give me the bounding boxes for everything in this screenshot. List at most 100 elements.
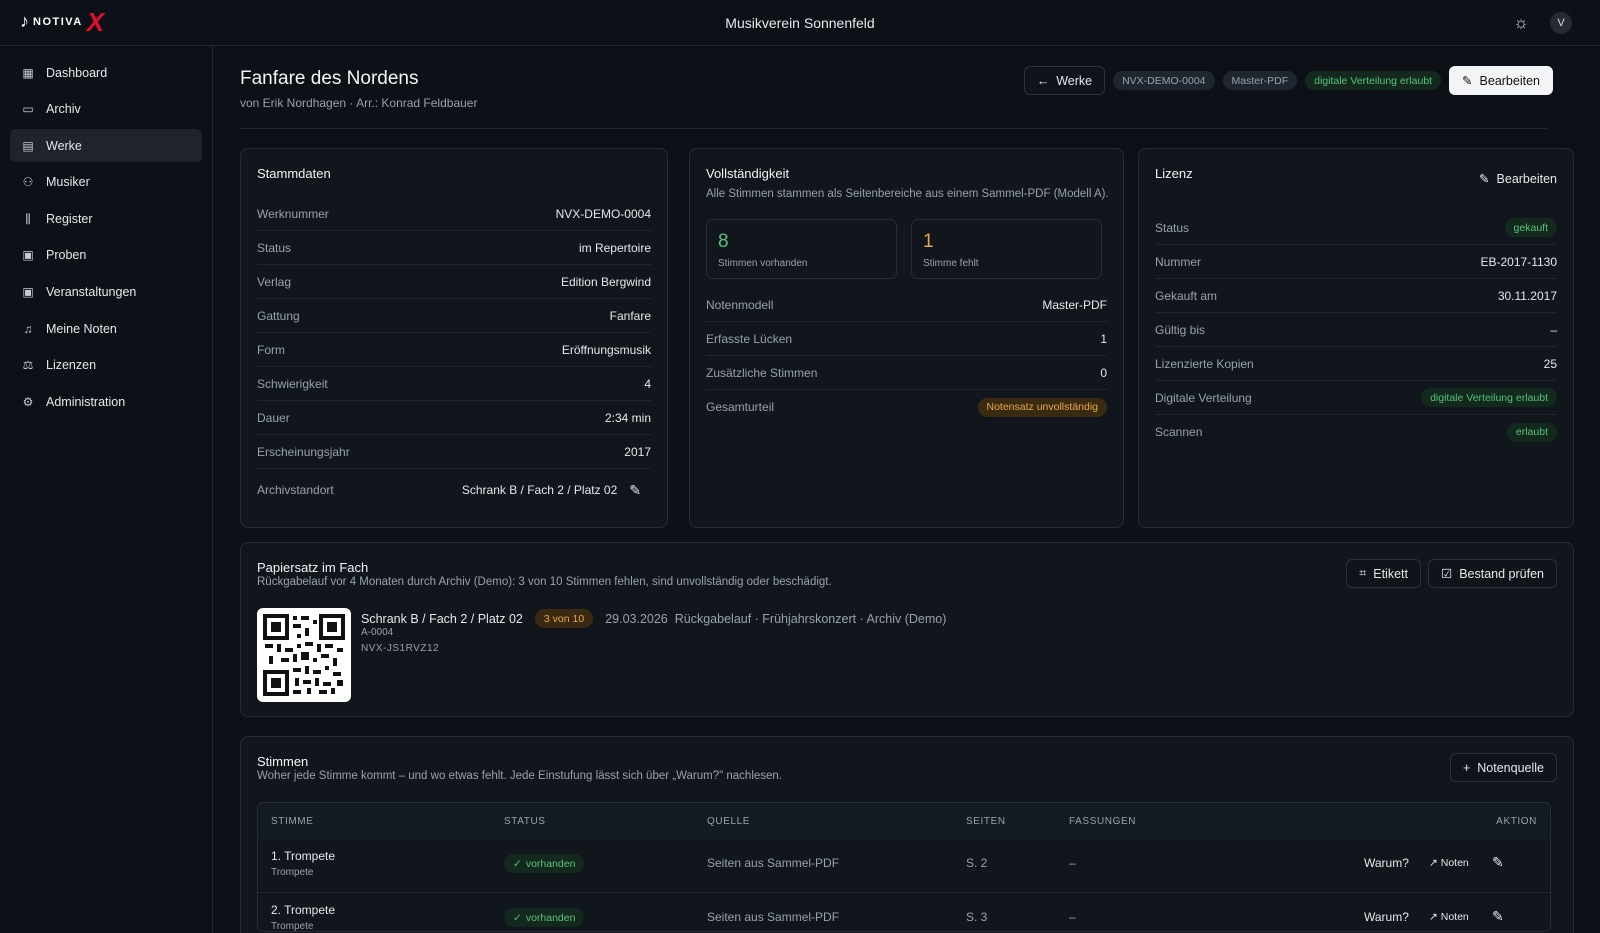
kv-row: Archivstandort Schrank B / Fach 2 / Platz…	[257, 471, 651, 509]
edit-label: Bearbeiten	[1479, 73, 1540, 88]
archive-icon: ▭	[22, 102, 34, 117]
stimmen-table: STIMME STATUS QUELLE SEITEN FASSUNGEN AK…	[257, 802, 1551, 932]
license-status-badge: gekauft	[1504, 218, 1557, 237]
kv-key: Status	[1155, 220, 1190, 235]
add-source-button[interactable]: + Notenquelle	[1449, 753, 1557, 782]
stat-number: 8	[718, 231, 729, 252]
kv-row: Scannen erlaubt	[1155, 415, 1557, 449]
qr-code-icon: ⌗	[1359, 566, 1367, 580]
sidebar-item-dashboard[interactable]: ▦ Dashboard	[10, 56, 202, 89]
card-title: Vollständigkeit	[706, 166, 790, 181]
sidebar-item-label: Dashboard	[46, 65, 108, 80]
kv-row: Form Eröffnungsmusik	[257, 333, 651, 367]
stat-label: Stimme fehlt	[923, 258, 979, 269]
sidebar-item-musiker[interactable]: ⚇ Musiker	[10, 166, 202, 199]
kv-row: Werknummer NVX-DEMO-0004	[257, 197, 651, 231]
card-title: Stammdaten	[257, 166, 331, 181]
pencil-icon[interactable]: ✎	[1492, 854, 1504, 871]
kv-row: Schwierigkeit 4	[257, 367, 651, 401]
sidebar-item-veranstaltungen[interactable]: ▣ Veranstaltungen	[10, 276, 202, 309]
kv-value: EB-2017-1130	[1480, 254, 1558, 269]
music-note-icon: ♫	[23, 321, 33, 336]
pencil-icon: ✎	[1479, 172, 1490, 186]
external-link-icon: ↗	[1429, 857, 1438, 869]
app-logo[interactable]: ♪ NOTIVA X	[20, 9, 104, 35]
stat-present: 8 Stimmen vorhanden	[706, 219, 897, 279]
card-title: Stimmen	[257, 754, 309, 769]
scan-badge: erlaubt	[1506, 422, 1557, 442]
gear-icon: ⚙	[22, 394, 34, 409]
avatar[interactable]: V	[1550, 12, 1572, 34]
app-title: Musikverein Sonnenfeld	[725, 15, 875, 31]
check-stock-button[interactable]: ☑ Bestand prüfen	[1427, 559, 1557, 588]
arrow-left-icon: ←	[1036, 73, 1050, 88]
missing-count-badge: 3 von 10	[534, 609, 594, 628]
table-header	[258, 803, 1550, 839]
kv-key: Gattung	[257, 308, 300, 323]
sun-icon[interactable]: ☼	[1511, 13, 1531, 33]
column-header: STATUS	[504, 816, 546, 827]
pencil-icon[interactable]: ✎	[629, 482, 641, 499]
voice-versions: –	[1069, 910, 1076, 924]
sidebar-item-administration[interactable]: ⚙ Administration	[10, 385, 202, 418]
kv-value: NVX-DEMO-0004	[555, 206, 651, 221]
kv-row: Dauer 2:34 min	[257, 401, 651, 435]
sidebar-item-register[interactable]: ⫼ Register	[10, 202, 202, 235]
label-button[interactable]: ⌗ Etikett	[1346, 559, 1421, 588]
external-link-icon: ↗	[1429, 911, 1438, 923]
papiersatz-card: Papiersatz im Fach Rückgabelauf vor 4 Mo…	[240, 542, 1574, 717]
back-label: Werke	[1056, 73, 1093, 88]
sidebar-item-archiv[interactable]: ▭ Archiv	[10, 93, 202, 126]
kv-row: Lizenzierte Kopien 25	[1155, 347, 1557, 381]
kv-key: Status	[257, 240, 292, 255]
return-event: Rückgabelauf · Frühjahrskonzert · Archiv…	[674, 611, 947, 626]
add-source-label: Notenquelle	[1477, 760, 1544, 775]
kv-row: Gattung Fanfare	[257, 299, 651, 333]
check-stock-text: Bestand prüfen	[1459, 566, 1544, 581]
header-actions: ← Werke NVX-DEMO-0004 Master-PDF digitale…	[1023, 66, 1553, 95]
sidebar-item-werke[interactable]: ▤ Werke	[10, 129, 202, 163]
sidebar-item-label: Proben	[46, 248, 87, 263]
back-button[interactable]: ← Werke	[1023, 66, 1106, 95]
digital-badge: digitale Verteilung erlaubt	[1421, 388, 1557, 407]
sidebar-item-label: Lizenzen	[46, 358, 97, 373]
why-button[interactable]: Warum?	[1364, 910, 1409, 924]
kv-key: Werknummer	[257, 206, 329, 221]
sidebar-item-label: Veranstaltungen	[46, 285, 137, 300]
column-header: STIMME	[271, 816, 314, 827]
sidebar-item-lizenzen[interactable]: ⚖ Lizenzen	[10, 349, 202, 382]
sidebar-item-label: Musiker	[46, 175, 90, 190]
kv-row: Digitale Verteilung digitale Verteilung e…	[1155, 381, 1557, 415]
sidebar-item-proben[interactable]: ▣ Proben	[10, 239, 202, 272]
open-notes-button[interactable]: ↗ Noten	[1429, 857, 1469, 869]
verdict-badge: Notensatz unvollständig	[977, 397, 1107, 417]
vollstaendigkeit-card: Vollständigkeit Alle Stimmen stammen als…	[689, 148, 1124, 528]
pencil-icon[interactable]: ✎	[1492, 908, 1504, 925]
why-button[interactable]: Warum?	[1364, 856, 1409, 870]
stat-number: 1	[923, 231, 934, 252]
kv-value: 4	[644, 376, 651, 391]
voice-instrument: Trompete	[271, 867, 314, 878]
kv-value: Master-PDF	[1042, 297, 1107, 312]
archive-code: A-0004	[361, 627, 394, 638]
sidebar-item-meine-noten[interactable]: ♫ Meine Noten	[10, 312, 202, 345]
column-header: AKTION	[1496, 816, 1537, 827]
card-title: Papiersatz im Fach	[257, 560, 369, 575]
kv-key: Erscheinungsjahr	[257, 444, 350, 459]
license-edit-button[interactable]: ✎ Bearbeiten	[1479, 171, 1557, 187]
status-badge: ✓ vorhanden	[504, 854, 585, 873]
kv-value: im Repertoire	[578, 240, 651, 255]
edit-button[interactable]: ✎ Bearbeiten	[1449, 66, 1553, 95]
logo-text: NOTIVA	[33, 15, 83, 28]
file-music-icon: ▤	[22, 138, 34, 153]
sidebar-item-label: Meine Noten	[46, 321, 117, 336]
model-badge: Master-PDF	[1222, 71, 1298, 90]
open-notes-button[interactable]: ↗ Noten	[1429, 911, 1469, 923]
calendar-icon: ▣	[22, 248, 34, 263]
kv-key: Nummer	[1155, 254, 1202, 269]
stammdaten-card: Stammdaten Werknummer NVX-DEMO-0004 Statu…	[240, 148, 668, 528]
stat-label: Stimmen vorhanden	[718, 258, 808, 269]
voice-pages: S. 3	[966, 910, 988, 924]
kv-value: 30.11.2017	[1497, 288, 1557, 303]
check-circle-icon: ✓	[513, 911, 522, 924]
